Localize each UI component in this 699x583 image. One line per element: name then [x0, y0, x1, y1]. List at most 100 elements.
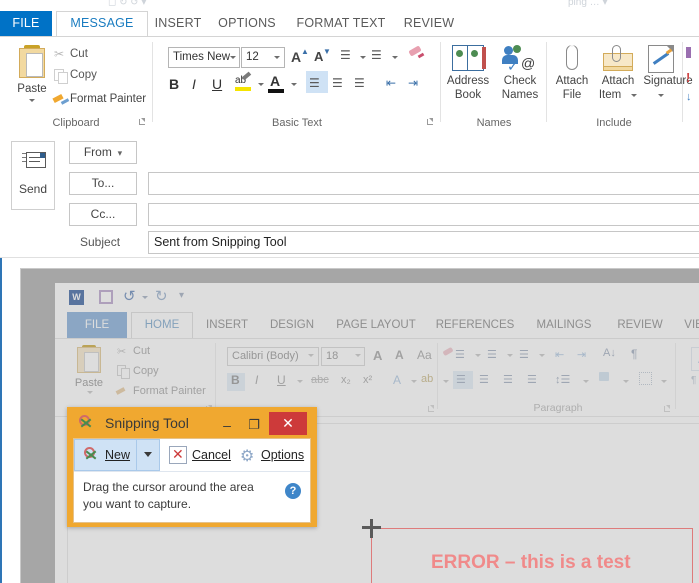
- font-size-caret[interactable]: [274, 56, 280, 59]
- undo-icon[interactable]: ↺: [123, 287, 136, 305]
- word-increase-indent-icon[interactable]: ⇥: [577, 348, 586, 361]
- word-borders-caret[interactable]: [661, 380, 667, 383]
- word-line-spacing-icon[interactable]: ↕☰: [555, 373, 570, 386]
- word-bullets-icon[interactable]: ☰: [455, 348, 465, 361]
- basic-text-dialog-launcher[interactable]: [426, 118, 435, 127]
- format-painter-button[interactable]: Format Painter: [70, 93, 146, 105]
- font-name-caret[interactable]: [230, 56, 236, 59]
- check-names-label-2[interactable]: Names: [494, 89, 546, 101]
- numbering-icon[interactable]: ☰: [371, 48, 382, 62]
- paste-button[interactable]: Paste: [6, 83, 58, 95]
- word-paragraph-dialog-launcher[interactable]: [663, 405, 672, 414]
- font-color-swatch[interactable]: [268, 89, 284, 93]
- attach-item-label-1[interactable]: Attach: [596, 75, 640, 87]
- word-text-effects-button[interactable]: A: [393, 373, 401, 387]
- increase-indent-icon[interactable]: ⇥: [408, 76, 418, 90]
- to-button[interactable]: To...: [69, 172, 137, 195]
- close-button[interactable]: ✕: [269, 412, 307, 435]
- word-subscript-button[interactable]: x₂: [341, 374, 351, 386]
- highlight-caret[interactable]: [258, 83, 264, 86]
- to-input[interactable]: [148, 172, 699, 195]
- word-font-size-caret[interactable]: [355, 354, 361, 357]
- word-styles-gallery[interactable]: A: [691, 347, 699, 371]
- underline-button[interactable]: U: [212, 76, 222, 92]
- word-tab-review[interactable]: REVIEW: [607, 312, 673, 338]
- bold-button[interactable]: B: [169, 76, 179, 92]
- word-font-dialog-launcher[interactable]: [427, 405, 436, 414]
- word-numbering-icon[interactable]: ☰: [487, 348, 497, 361]
- check-names-icon[interactable]: ✓ @: [502, 45, 535, 74]
- cc-button[interactable]: Cc...: [69, 203, 137, 226]
- word-tab-references[interactable]: REFERENCES: [429, 312, 521, 338]
- tab-format-text[interactable]: FORMAT TEXT: [288, 11, 394, 36]
- undo-caret[interactable]: [142, 296, 148, 299]
- tab-message[interactable]: MESSAGE: [56, 11, 148, 36]
- word-numbering-caret[interactable]: [507, 354, 513, 357]
- word-tab-file[interactable]: FILE: [67, 312, 127, 338]
- new-button-label[interactable]: New: [105, 439, 130, 471]
- tab-insert[interactable]: INSERT: [150, 11, 206, 36]
- tab-file[interactable]: FILE: [0, 11, 52, 36]
- word-highlight-caret[interactable]: [443, 380, 449, 383]
- word-change-case-button[interactable]: Aa: [417, 348, 432, 362]
- word-tab-view[interactable]: VIEW: [677, 312, 699, 338]
- word-font-name-box[interactable]: Calibri (Body): [227, 347, 319, 366]
- grow-font-button[interactable]: A: [291, 49, 301, 65]
- align-right-icon[interactable]: ☰: [354, 76, 365, 90]
- word-italic-button[interactable]: I: [255, 373, 258, 387]
- word-multilevel-caret[interactable]: [539, 354, 545, 357]
- font-color-caret[interactable]: [291, 83, 297, 86]
- gear-icon[interactable]: ⚙: [240, 446, 254, 466]
- minimize-button[interactable]: –: [214, 415, 240, 435]
- save-icon[interactable]: [99, 290, 113, 304]
- word-shrink-font-button[interactable]: A: [395, 348, 404, 362]
- customize-qat-icon[interactable]: ▾: [179, 290, 184, 301]
- word-paste-label[interactable]: Paste: [67, 377, 111, 389]
- word-multilevel-list-icon[interactable]: ☰: [519, 348, 529, 361]
- snipping-tool-dialog[interactable]: Snipping Tool – ❐ ✕ New ✕ Cancel ⚙ Optio…: [67, 407, 317, 527]
- word-font-name-caret[interactable]: [308, 354, 314, 357]
- bullets-caret[interactable]: [360, 56, 366, 59]
- signature-icon[interactable]: [648, 45, 674, 73]
- paste-dropdown-caret[interactable]: [29, 99, 35, 102]
- word-format-painter-label[interactable]: Format Painter: [133, 385, 206, 397]
- new-dropdown-caret[interactable]: [144, 452, 152, 457]
- font-color-button[interactable]: A: [270, 73, 280, 89]
- word-tab-mailings[interactable]: MAILINGS: [525, 312, 603, 338]
- signature-caret[interactable]: [658, 94, 664, 97]
- send-button[interactable]: Send: [11, 141, 55, 210]
- bullets-icon[interactable]: ☰: [340, 48, 351, 62]
- snipping-tool-titlebar[interactable]: Snipping Tool – ❐ ✕: [73, 411, 311, 438]
- word-shading-caret[interactable]: [623, 380, 629, 383]
- word-highlight-icon[interactable]: ab: [421, 373, 433, 385]
- address-book-icon[interactable]: [452, 45, 486, 71]
- word-superscript-button[interactable]: x²: [363, 374, 372, 386]
- attach-item-icon[interactable]: [603, 45, 633, 71]
- shrink-font-button[interactable]: A: [314, 49, 323, 64]
- redo-icon[interactable]: ↻: [155, 287, 168, 305]
- word-align-center-icon[interactable]: ☰: [479, 373, 489, 386]
- word-justify-icon[interactable]: ☰: [527, 373, 537, 386]
- italic-button[interactable]: I: [192, 76, 196, 92]
- word-underline-caret[interactable]: [297, 380, 303, 383]
- from-button[interactable]: From ▾: [69, 141, 137, 164]
- word-align-right-icon[interactable]: ☰: [503, 373, 513, 386]
- paste-icon[interactable]: [18, 45, 46, 79]
- message-body[interactable]: W ↺ ↻ ▾ FILE HOME INSERT DESIGN PAGE LAY…: [0, 258, 699, 583]
- address-book-label-2[interactable]: Book: [442, 89, 494, 101]
- word-tab-home[interactable]: HOME: [131, 312, 193, 338]
- word-tab-insert[interactable]: INSERT: [197, 312, 257, 338]
- decrease-indent-icon[interactable]: ⇤: [386, 76, 396, 90]
- help-icon[interactable]: ?: [285, 483, 301, 499]
- word-tab-design[interactable]: DESIGN: [261, 312, 323, 338]
- attach-file-icon[interactable]: [566, 45, 578, 71]
- align-center-icon[interactable]: ☰: [332, 76, 343, 90]
- word-paste-icon[interactable]: [77, 345, 101, 373]
- cancel-button[interactable]: Cancel: [192, 439, 231, 471]
- options-button[interactable]: Options: [261, 439, 304, 471]
- check-names-label-1[interactable]: Check: [494, 75, 546, 87]
- word-styles-item[interactable]: ¶: [691, 375, 696, 386]
- subject-input[interactable]: Sent from Snipping Tool: [148, 231, 699, 254]
- address-book-label-1[interactable]: Address: [442, 75, 494, 87]
- word-bullets-caret[interactable]: [475, 354, 481, 357]
